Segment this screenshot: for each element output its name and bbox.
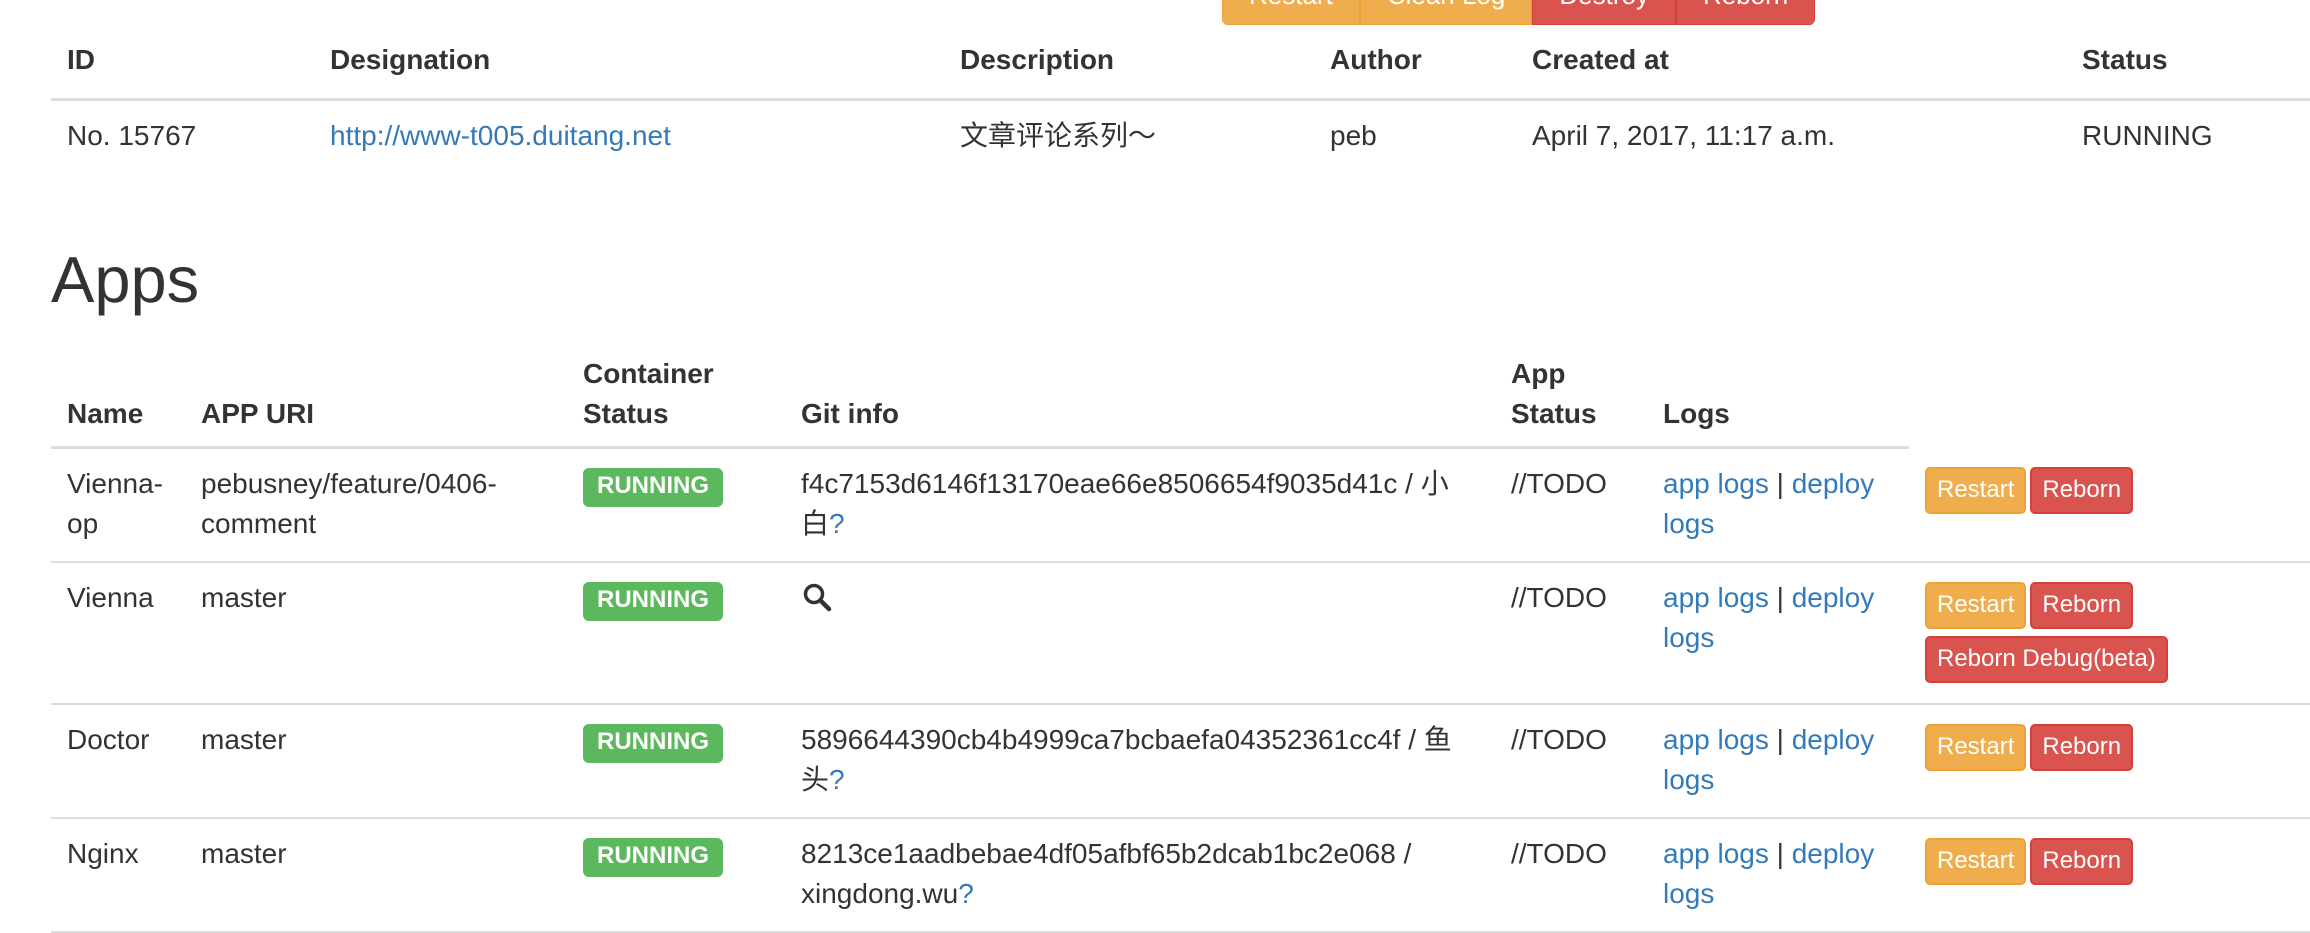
app-status: //TODO bbox=[1511, 468, 1607, 499]
logs-separator: | bbox=[1776, 724, 1784, 755]
app-uri: master bbox=[201, 724, 287, 755]
reborn-button[interactable]: Reborn bbox=[2030, 582, 2134, 629]
git-info-cell: f4c7153d6146f13170eae66e8506654f9035d41c… bbox=[785, 448, 1495, 563]
header-container-status-line2: Status bbox=[583, 398, 669, 429]
app-status: //TODO bbox=[1511, 838, 1607, 869]
app-row: Vienna-op pebusney/feature/0406-comment … bbox=[51, 448, 2310, 563]
git-info-help-link[interactable]: ? bbox=[829, 508, 845, 539]
header-status: Status bbox=[2066, 40, 2310, 101]
app-logs-link[interactable]: app logs bbox=[1663, 468, 1769, 499]
header-app-status-line2: Status bbox=[1511, 398, 1597, 429]
header-designation: Designation bbox=[314, 40, 944, 101]
app-uri: master bbox=[201, 582, 287, 613]
container-status-badge: RUNNING bbox=[583, 582, 723, 621]
container-status-cell: RUNNING bbox=[567, 818, 785, 932]
header-name: Name bbox=[51, 354, 185, 449]
header-created-at: Created at bbox=[1516, 40, 2066, 101]
restart-project-button[interactable]: Restart bbox=[1222, 0, 1360, 25]
project-description: 文章评论系列～ bbox=[960, 119, 1157, 151]
apps-header-row: Name APP URI Container Status Git info Ap… bbox=[51, 354, 2310, 449]
reborn-button[interactable]: Reborn bbox=[2030, 724, 2134, 771]
logs-cell: app logs | deploy logs bbox=[1647, 448, 1909, 563]
header-container-status: Container Status bbox=[567, 354, 785, 449]
header-description: Description bbox=[944, 40, 1314, 101]
reborn-project-button[interactable]: Reborn bbox=[1675, 0, 1816, 25]
logs-separator: | bbox=[1776, 582, 1784, 613]
container-status-badge: RUNNING bbox=[583, 838, 723, 877]
header-app-status-line1: App bbox=[1511, 358, 1566, 389]
destroy-button[interactable]: Destroy bbox=[1532, 0, 1676, 25]
header-git-info: Git info bbox=[785, 354, 1495, 449]
logs-cell: app logs | deploy logs bbox=[1647, 818, 1909, 932]
app-row: Doctor master RUNNING 5896644390cb4b4999… bbox=[51, 704, 2310, 818]
header-container-status-line1: Container bbox=[583, 358, 714, 389]
project-author: peb bbox=[1330, 119, 1377, 151]
app-uri: pebusney/feature/0406-comment bbox=[201, 468, 497, 539]
app-row: Vienna master RUNNING //TODO app logs | … bbox=[51, 562, 2310, 704]
app-logs-link[interactable]: app logs bbox=[1663, 724, 1769, 755]
restart-button[interactable]: Restart bbox=[1925, 466, 2027, 514]
git-info: 5896644390cb4b4999ca7bcbaefa04352361cc4f… bbox=[801, 724, 1452, 795]
header-logs: Logs bbox=[1647, 354, 1909, 449]
logs-cell: app logs | deploy logs bbox=[1647, 562, 1909, 704]
reborn-button[interactable]: Reborn bbox=[2030, 838, 2134, 885]
app-status: //TODO bbox=[1511, 582, 1607, 613]
git-info-cell: 5896644390cb4b4999ca7bcbaefa04352361cc4f… bbox=[785, 704, 1495, 818]
container-status-badge: RUNNING bbox=[583, 724, 723, 763]
git-info: f4c7153d6146f13170eae66e8506654f9035d41c… bbox=[801, 468, 1449, 539]
app-uri: master bbox=[201, 838, 287, 869]
project-created-at: April 7, 2017, 11:17 a.m. bbox=[1532, 119, 1835, 151]
reborn-button[interactable]: Reborn bbox=[2030, 466, 2134, 514]
container-status-cell: RUNNING bbox=[567, 704, 785, 818]
apps-heading: Apps bbox=[51, 243, 200, 316]
app-logs-link[interactable]: app logs bbox=[1663, 838, 1769, 869]
project-actions: Restart Clean Log Destroy Reborn bbox=[1222, 0, 1816, 25]
restart-button[interactable]: Restart bbox=[1925, 582, 2027, 629]
git-info: 8213ce1aadbebae4df05afbf65b2dcab1bc2e068… bbox=[801, 838, 1412, 909]
container-status-badge: RUNNING bbox=[583, 468, 723, 507]
git-info-cell bbox=[785, 562, 1495, 704]
project-id: No. 15767 bbox=[67, 119, 197, 151]
actions-cell: Restart Reborn Reborn Debug(beta) bbox=[1909, 562, 2310, 704]
app-status: //TODO bbox=[1511, 724, 1607, 755]
restart-button[interactable]: Restart bbox=[1925, 724, 2027, 771]
project-status: RUNNING bbox=[2082, 119, 2213, 151]
actions-cell: Restart Reborn bbox=[1909, 704, 2310, 818]
header-actions bbox=[1909, 354, 2310, 448]
app-name: Doctor bbox=[67, 724, 150, 755]
app-row: Nginx master RUNNING 8213ce1aadbebae4df0… bbox=[51, 818, 2310, 932]
container-status-cell: RUNNING bbox=[567, 562, 785, 704]
project-row: No. 15767 http://www-t005.duitang.net 文章… bbox=[51, 99, 2310, 156]
app-name: Vienna-op bbox=[67, 468, 164, 539]
search-icon[interactable] bbox=[801, 581, 833, 613]
reborn-debug-button[interactable]: Reborn Debug(beta) bbox=[1925, 636, 2168, 683]
header-author: Author bbox=[1314, 40, 1516, 101]
restart-button[interactable]: Restart bbox=[1925, 838, 2027, 885]
logs-separator: | bbox=[1776, 838, 1784, 869]
header-app-uri: APP URI bbox=[185, 354, 567, 449]
app-logs-link[interactable]: app logs bbox=[1663, 582, 1769, 613]
git-info-help-link[interactable]: ? bbox=[829, 764, 845, 795]
clean-log-button[interactable]: Clean Log bbox=[1359, 0, 1533, 25]
logs-separator: | bbox=[1776, 468, 1784, 499]
app-name: Nginx bbox=[67, 838, 139, 869]
actions-cell: Restart Reborn bbox=[1909, 448, 2310, 563]
container-status-cell: RUNNING bbox=[567, 448, 785, 563]
git-info-cell: 8213ce1aadbebae4df05afbf65b2dcab1bc2e068… bbox=[785, 818, 1495, 932]
project-header-row: ID Designation Description Author Create… bbox=[51, 40, 2310, 101]
header-id: ID bbox=[51, 40, 314, 101]
apps-table: Name APP URI Container Status Git info Ap… bbox=[51, 354, 2310, 933]
app-name: Vienna bbox=[67, 582, 154, 613]
designation-link[interactable]: http://www-t005.duitang.net bbox=[330, 120, 671, 151]
git-info-help-link[interactable]: ? bbox=[958, 878, 974, 909]
header-app-status: App Status bbox=[1495, 354, 1647, 449]
project-table: ID Designation Description Author Create… bbox=[51, 40, 2310, 156]
logs-cell: app logs | deploy logs bbox=[1647, 704, 1909, 818]
actions-cell: Restart Reborn bbox=[1909, 818, 2310, 932]
project-designation-cell: http://www-t005.duitang.net bbox=[314, 99, 944, 156]
